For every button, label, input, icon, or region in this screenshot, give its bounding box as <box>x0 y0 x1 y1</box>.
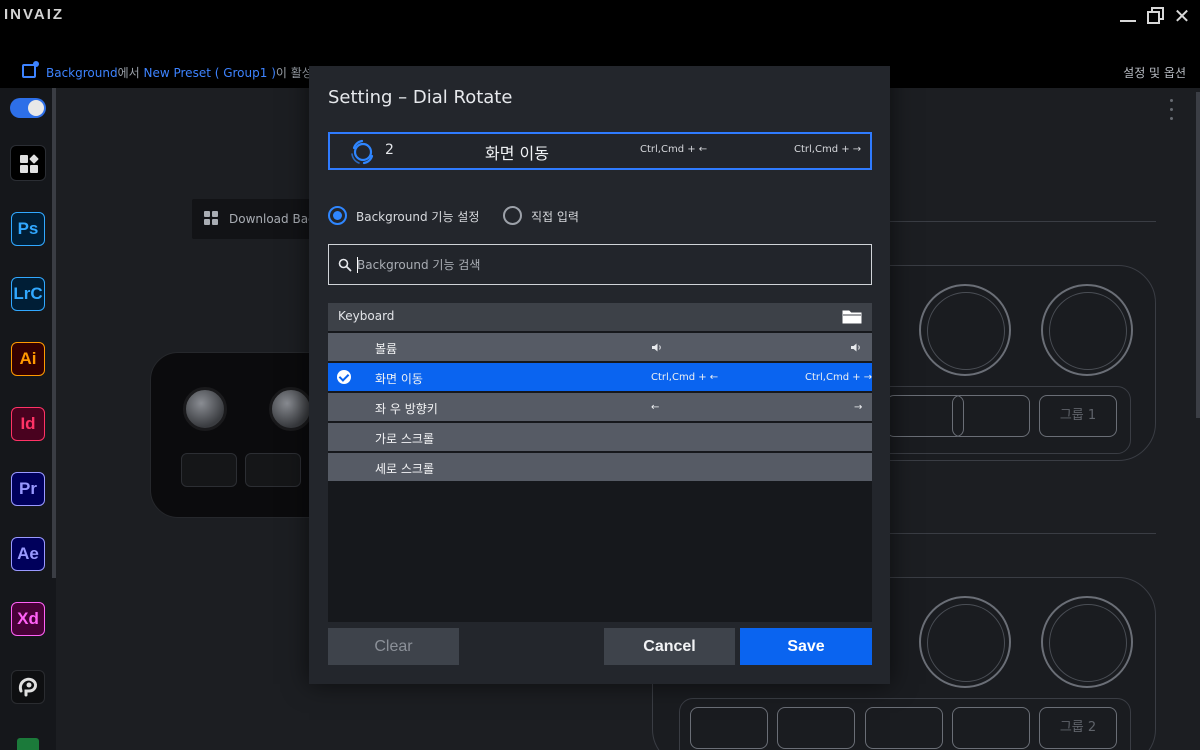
list-item[interactable]: 가로 스크롤 <box>328 423 872 451</box>
status-preset: New Preset ( Group1 ) <box>143 66 276 80</box>
save-button[interactable]: Save <box>740 628 872 665</box>
left-shortcut: ← <box>651 402 660 413</box>
sidebar-item-app[interactable]: Xd <box>11 602 45 636</box>
key-row: 그룹 2 <box>679 698 1131 750</box>
cancel-button[interactable]: Cancel <box>604 628 735 665</box>
dial-knob[interactable] <box>1041 284 1133 376</box>
sidebar-item-app[interactable]: LrC <box>11 277 45 311</box>
dialog-title: Setting – Dial Rotate <box>328 87 513 108</box>
grid-icon <box>204 211 218 225</box>
clear-button[interactable]: Clear <box>328 628 459 665</box>
list-item-label: 세로 스크롤 <box>375 462 435 476</box>
status-connector: 이 활성 <box>275 66 313 80</box>
list-item-label: 화면 이동 <box>375 372 423 386</box>
sidebar: Ps LrC Ai Id Pr Ae Xd <box>0 88 56 750</box>
sidebar-item-other-app[interactable] <box>11 670 45 704</box>
sidebar-item-app[interactable]: Pr <box>11 472 45 506</box>
key-button[interactable] <box>690 707 768 749</box>
dial-number: 2 <box>385 142 394 158</box>
radio-label: Background 기능 설정 <box>356 210 480 224</box>
active-preset-status: Background에서 New Preset ( Group1 )이 활성 <box>46 64 313 81</box>
speaker-icon <box>652 343 661 352</box>
device-knob <box>269 387 313 431</box>
sidebar-item-app[interactable]: Ai <box>11 342 45 376</box>
sidebar-item-background[interactable] <box>10 145 46 181</box>
key-button[interactable] <box>952 707 1030 749</box>
title-bar: INVAIZ ✕ <box>0 0 1200 56</box>
right-shortcut: Ctrl,Cmd + → <box>805 372 873 383</box>
current-assignment: 2 화면 이동 Ctrl,Cmd + ← Ctrl,Cmd + → <box>328 132 872 170</box>
group-1-key[interactable]: 그룹 1 <box>1039 395 1117 437</box>
content-scrollbar[interactable] <box>1196 92 1200 418</box>
sidebar-item-app[interactable]: Ps <box>11 212 45 246</box>
toggle-knob <box>28 100 44 116</box>
speaker-icon <box>851 343 860 352</box>
search-icon <box>338 258 352 272</box>
radio-label: 직접 입력 <box>531 210 579 224</box>
app-logo: INVAIZ <box>4 6 65 23</box>
list-item[interactable]: 좌 우 방향키 ← → <box>328 393 872 421</box>
function-list: Keyboard 볼륨화면 이동 Ctrl,Cmd + ← Ctrl,Cmd + →… <box>328 303 872 622</box>
sidebar-item-partial-app[interactable] <box>17 738 39 750</box>
key-button[interactable] <box>865 707 943 749</box>
notification-icon <box>22 61 39 78</box>
restore-icon <box>1147 7 1164 24</box>
list-item[interactable]: 화면 이동 Ctrl,Cmd + ← Ctrl,Cmd + → <box>328 363 872 391</box>
device-knob <box>183 387 227 431</box>
list-item-label: 볼륨 <box>375 342 398 356</box>
rotate-left-shortcut: Ctrl,Cmd + ← <box>640 144 708 155</box>
rotate-right-shortcut: Ctrl,Cmd + → <box>794 144 862 155</box>
sidebar-item-app[interactable]: Id <box>11 407 45 441</box>
dial-rotate-settings-dialog: Setting – Dial Rotate 2 화면 이동 Ctrl,Cmd +… <box>309 66 890 684</box>
dial-knob[interactable] <box>919 596 1011 688</box>
settings-options-link[interactable]: 설정 및 옵션 <box>1123 64 1186 81</box>
key-button[interactable] <box>777 707 855 749</box>
more-options-icon[interactable] <box>1166 97 1178 123</box>
group-2-key[interactable]: 그룹 2 <box>1039 707 1117 749</box>
group-label: 그룹 1 <box>1059 408 1097 423</box>
device-key <box>245 453 301 487</box>
status-connector: 에서 <box>117 66 144 80</box>
download-background-button[interactable]: Download Backg <box>192 199 329 239</box>
text-caret <box>357 257 358 273</box>
sidebar-item-app[interactable]: Ae <box>11 537 45 571</box>
dial-knob[interactable] <box>1041 596 1133 688</box>
left-shortcut: Ctrl,Cmd + ← <box>651 372 719 383</box>
power-toggle[interactable] <box>10 98 46 118</box>
check-icon <box>337 370 351 384</box>
category-label: Keyboard <box>338 309 395 323</box>
status-app: Background <box>46 66 118 80</box>
minimize-button[interactable] <box>1118 6 1138 26</box>
list-item[interactable]: 볼륨 <box>328 333 872 361</box>
dial-rotate-icon <box>351 139 374 165</box>
category-header[interactable]: Keyboard <box>328 303 872 331</box>
key-button[interactable] <box>952 395 1030 437</box>
radio-selected-icon <box>328 206 347 225</box>
folder-icon[interactable] <box>842 308 862 324</box>
assigned-function-name: 화면 이동 <box>485 144 549 163</box>
group-label: 그룹 2 <box>1059 720 1097 735</box>
device-key <box>181 453 237 487</box>
list-item[interactable]: 세로 스크롤 <box>328 453 872 481</box>
close-button[interactable]: ✕ <box>1172 6 1192 26</box>
app-logo-icon <box>18 677 38 697</box>
grid-icon <box>20 154 39 173</box>
search-input[interactable] <box>357 254 857 276</box>
list-item-label: 가로 스크롤 <box>375 432 435 446</box>
function-search <box>328 244 872 285</box>
dial-knob[interactable] <box>919 284 1011 376</box>
list-item-label: 좌 우 방향키 <box>375 402 438 416</box>
restore-button[interactable] <box>1145 6 1165 26</box>
right-shortcut: → <box>854 402 863 413</box>
radio-unselected-icon <box>503 206 522 225</box>
